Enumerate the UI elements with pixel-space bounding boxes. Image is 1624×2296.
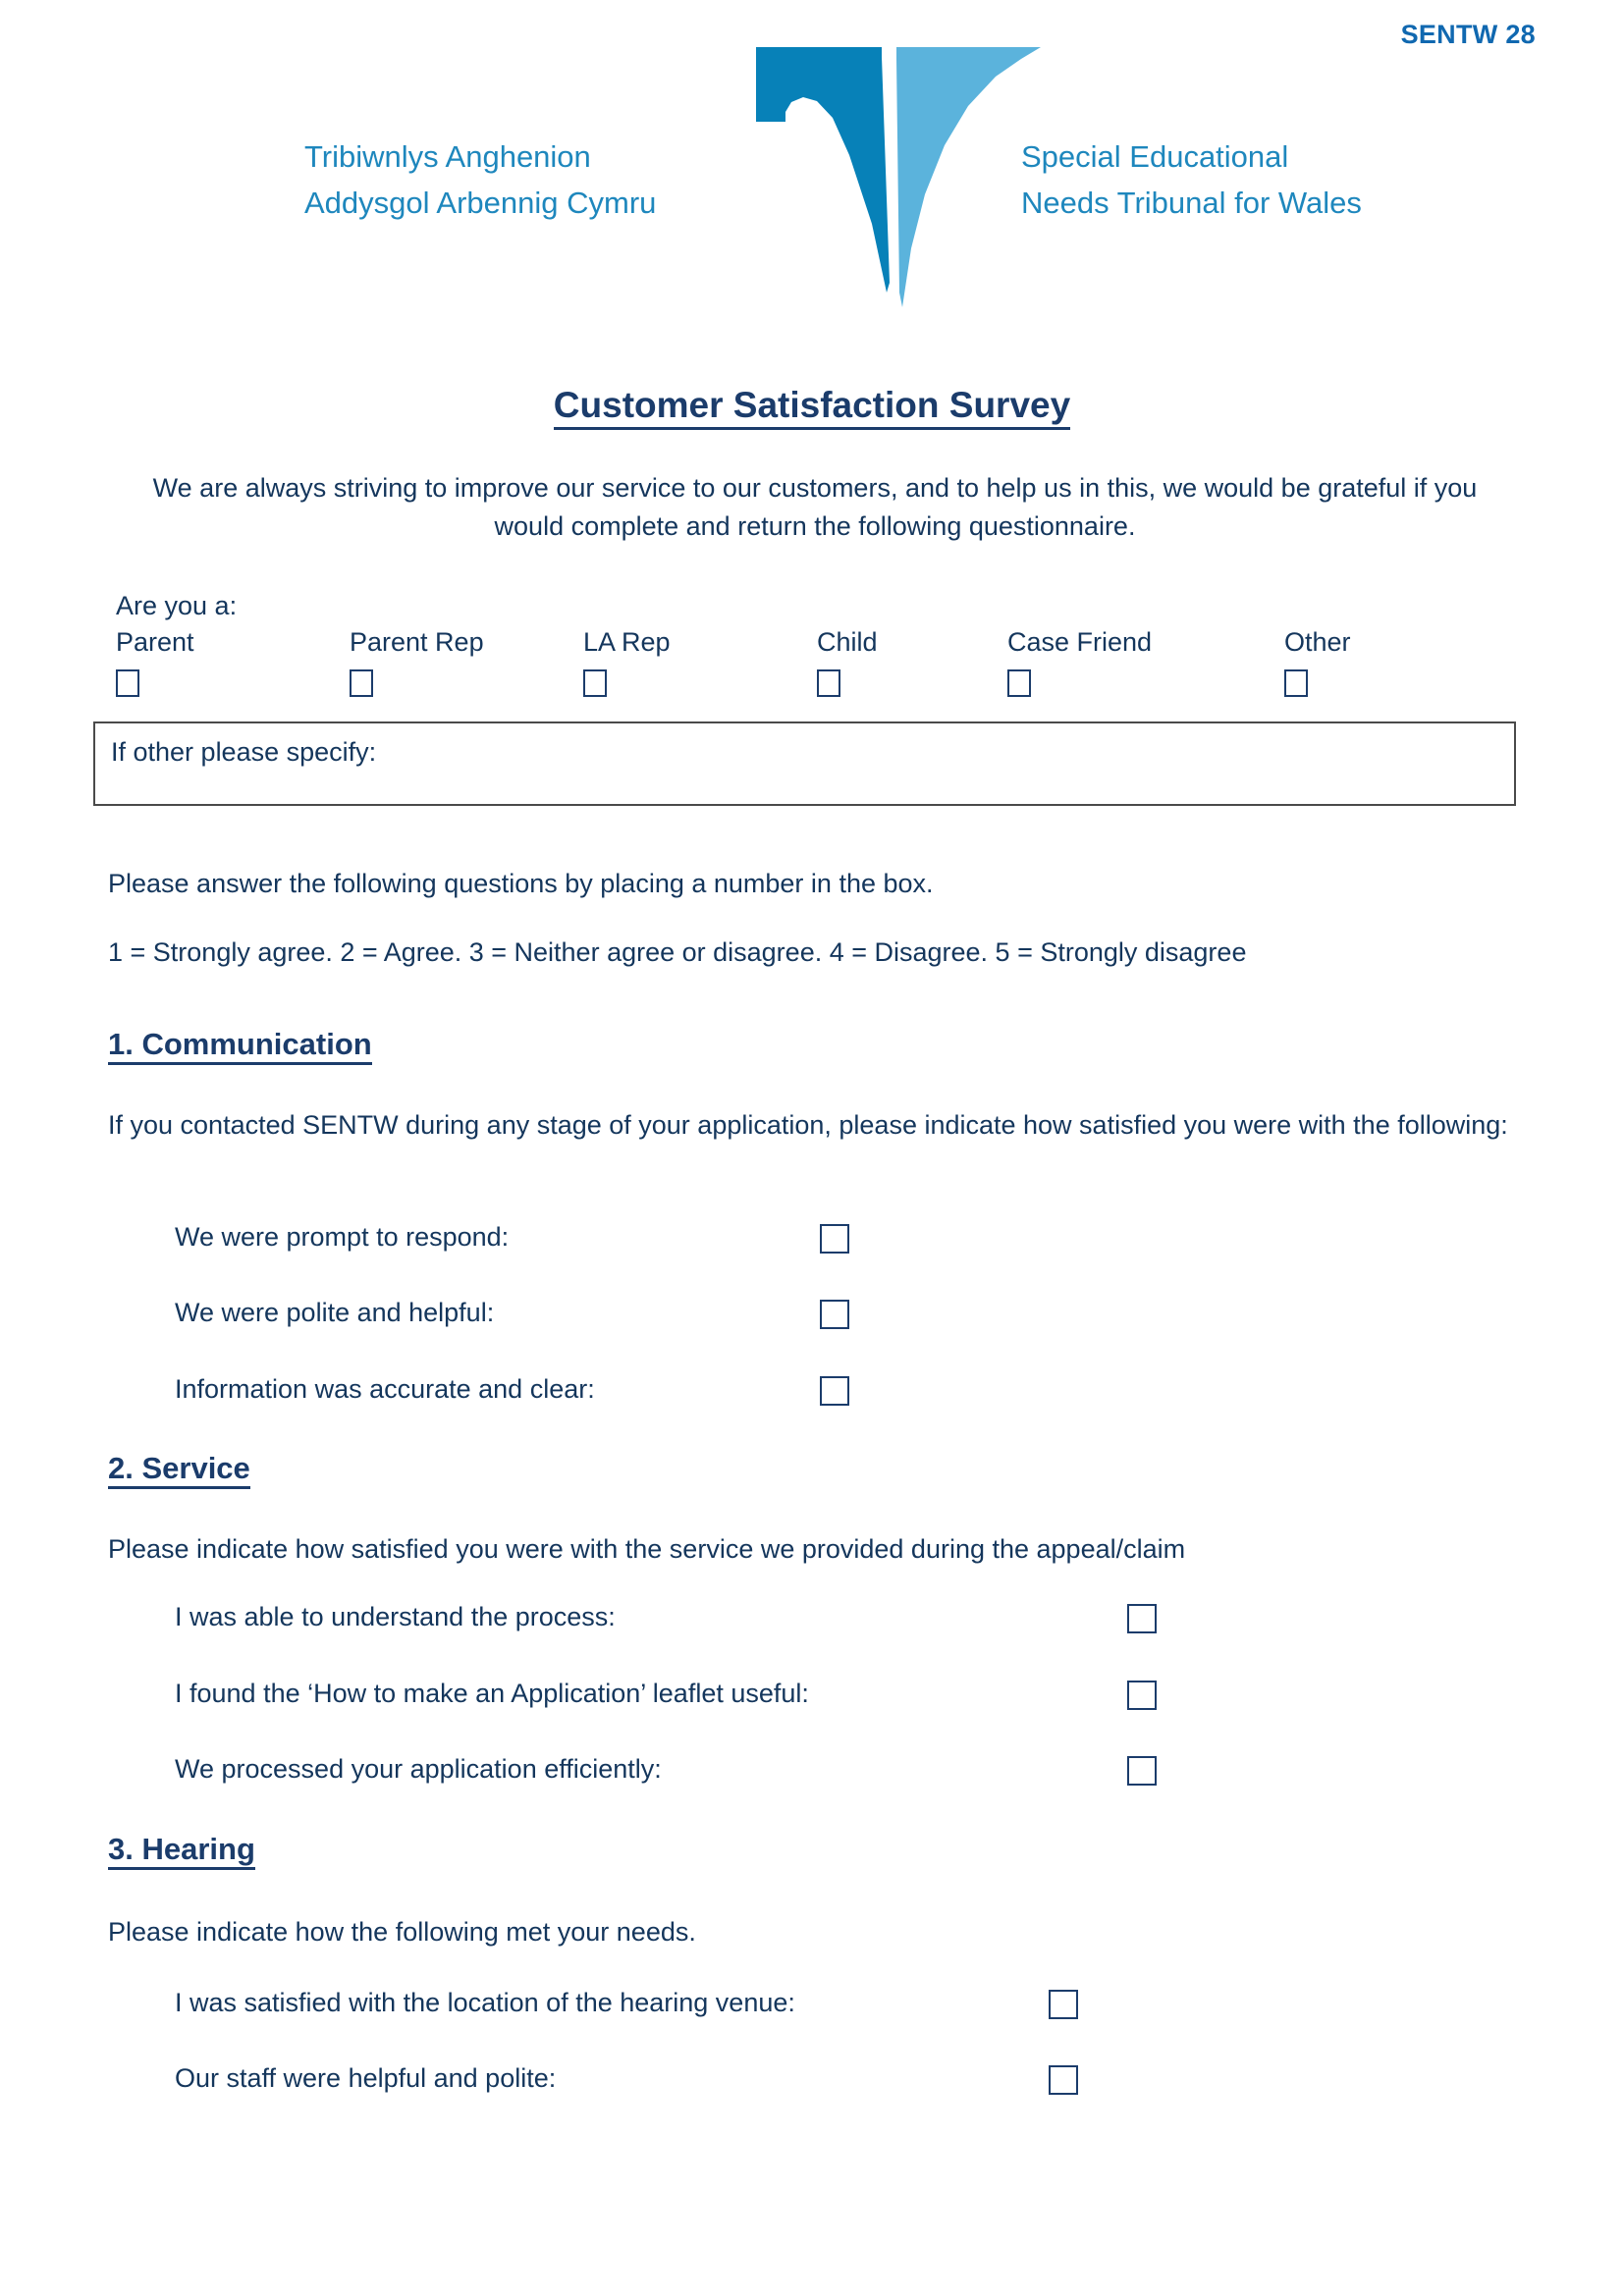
section-lead-communication: If you contacted SENTW during any stage … [108,1110,1508,1140]
question-text: I found the ‘How to make an Application’… [175,1679,809,1708]
page-title-text: Customer Satisfaction Survey [553,385,1071,430]
sentw-v-mark-icon [756,47,1041,351]
instruction-line-2: 1 = Strongly agree. 2 = Agree. 3 = Neith… [108,937,1247,967]
role-option-parent-rep[interactable]: Parent Rep [350,629,484,697]
question-text: I was able to understand the process: [175,1602,616,1631]
question-text: Information was accurate and clear: [175,1374,595,1404]
section-heading-text: 3. Hearing [108,1832,255,1870]
other-specify-field[interactable]: If other please specify: [93,721,1516,806]
section-heading-text: 2. Service [108,1451,250,1489]
question-row: I found the ‘How to make an Application’… [175,1679,1186,1718]
role-option-case-friend[interactable]: Case Friend [1007,629,1152,697]
question-answer-box[interactable] [1049,1990,1078,2019]
role-option-label: Parent [116,627,194,657]
question-answer-box[interactable] [820,1224,849,1254]
organisation-logo: Tribiwnlys Anghenion Addysgol Arbennig C… [0,47,1624,342]
role-checkbox-other[interactable] [1284,669,1308,697]
question-answer-box[interactable] [1049,2065,1078,2095]
logo-english-line2: Needs Tribunal for Wales [1021,186,1362,221]
section-heading-hearing: 3. Hearing [108,1832,255,1870]
logo-english-line1: Special Educational [1021,139,1289,174]
question-row: We were prompt to respond: [175,1222,921,1261]
question-row: We were polite and helpful: [175,1298,921,1337]
logo-english-text: Special Educational Needs Tribunal for W… [1021,133,1532,226]
role-option-parent[interactable]: Parent [116,629,194,697]
question-answer-box[interactable] [1127,1756,1157,1786]
role-option-child[interactable]: Child [817,629,878,697]
question-row: I was able to understand the process: [175,1602,1186,1641]
section-heading-communication: 1. Communication [108,1027,372,1065]
question-answer-box[interactable] [820,1300,849,1329]
question-row: We processed your application efficientl… [175,1754,1186,1793]
document-code: SENTW 28 [1400,20,1536,49]
question-text: We were prompt to respond: [175,1222,510,1252]
logo-welsh-line1: Tribiwnlys Anghenion [304,139,591,174]
section-lead-service: Please indicate how satisfied you were w… [108,1534,1186,1564]
question-answer-box[interactable] [820,1376,849,1406]
role-option-label: LA Rep [583,627,671,657]
role-option-label: Child [817,627,878,657]
logo-welsh-line2: Addysgol Arbennig Cymru [304,186,657,221]
question-text: We processed your application efficientl… [175,1754,662,1784]
logo-welsh-text: Tribiwnlys Anghenion Addysgol Arbennig C… [304,133,776,226]
role-option-label: Other [1284,627,1351,657]
question-answer-box[interactable] [1127,1681,1157,1710]
role-option-label: Case Friend [1007,627,1153,657]
role-checkbox-case-friend[interactable] [1007,669,1031,697]
question-text: Our staff were helpful and polite: [175,2063,557,2093]
role-checkbox-parent-rep[interactable] [350,669,373,697]
role-checkbox-parent[interactable] [116,669,139,697]
question-answer-box[interactable] [1127,1604,1157,1633]
role-option-other[interactable]: Other [1284,629,1351,697]
question-row: Information was accurate and clear: [175,1374,921,1414]
role-checkbox-child[interactable] [817,669,840,697]
question-text: I was satisfied with the location of the… [175,1988,795,2017]
intro-paragraph: We are always striving to improve our se… [152,473,1478,541]
role-option-la-rep[interactable]: LA Rep [583,629,671,697]
section-lead-hearing: Please indicate how the following met yo… [108,1917,696,1947]
role-question-label: Are you a: [116,591,238,620]
page-title: Customer Satisfaction Survey [0,385,1624,430]
other-specify-label: If other please specify: [111,737,377,767]
question-text: We were polite and helpful: [175,1298,495,1327]
instruction-line-1: Please answer the following questions by… [108,869,934,898]
role-checkbox-la-rep[interactable] [583,669,607,697]
question-row: I was satisfied with the location of the… [175,1988,1108,2027]
role-options-row: Parent Parent Rep LA Rep Child Case Frie… [116,629,1520,708]
role-option-label: Parent Rep [350,627,484,657]
survey-page: SENTW 28 Tribiwnlys Anghenion Addysgol A… [0,0,1624,2296]
section-heading-service: 2. Service [108,1451,250,1489]
section-heading-text: 1. Communication [108,1027,372,1065]
question-row: Our staff were helpful and polite: [175,2063,1108,2103]
